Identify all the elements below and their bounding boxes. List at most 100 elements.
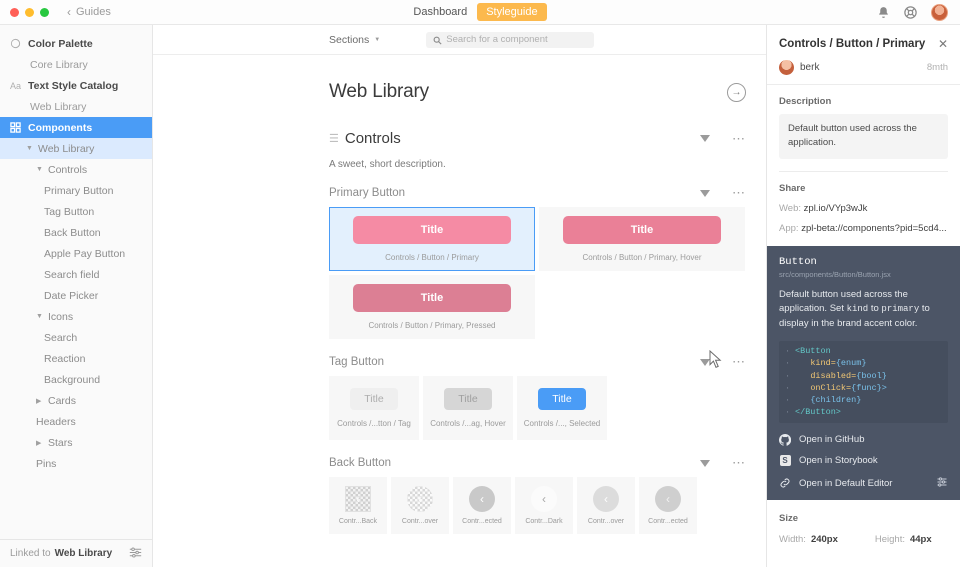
back-button-preview[interactable]: ‹ <box>345 486 371 512</box>
sidebar-list: Color Palette Core Library Aa Text Style… <box>0 25 152 539</box>
sidebar-item-apple-pay-button[interactable]: Apple Pay Button <box>0 243 152 264</box>
collapse-section-button[interactable] <box>700 135 710 142</box>
chevron-down-icon[interactable] <box>26 145 33 152</box>
tag-button-preview[interactable]: Title <box>538 388 586 410</box>
component-card[interactable]: ‹ Contr...Dark <box>515 477 573 534</box>
sidebar-item-web-library-text[interactable]: Web Library <box>0 96 152 117</box>
sliders-icon[interactable] <box>129 546 142 562</box>
component-caption: Contr...Back <box>338 518 378 525</box>
linked-prefix: Linked to <box>10 548 51 559</box>
search-input[interactable]: Search for a component <box>426 31 595 48</box>
component-card[interactable]: Title Controls /...ag, Hover <box>423 376 513 440</box>
sidebar-item-color-palette[interactable]: Color Palette <box>0 33 152 54</box>
sidebar-item-date-picker[interactable]: Date Picker <box>0 285 152 306</box>
sidebar-item-background[interactable]: Background <box>0 369 152 390</box>
chevron-down-icon[interactable] <box>36 166 43 173</box>
open-in-default-editor-button[interactable]: Open in Default Editor <box>779 476 948 491</box>
sliders-icon[interactable] <box>936 476 948 491</box>
tag-button-preview[interactable]: Title <box>350 388 398 410</box>
sidebar-item-icons[interactable]: Icons <box>0 306 152 327</box>
back-button-preview[interactable]: ‹ <box>593 486 619 512</box>
back-button-preview[interactable]: ‹ <box>655 486 681 512</box>
tag-button-preview[interactable]: Title <box>444 388 492 410</box>
code-line: · <Button <box>779 345 948 357</box>
tab-styleguide[interactable]: Styleguide <box>477 3 547 21</box>
component-card[interactable]: ‹ Contr...over <box>577 477 635 534</box>
gutter-dot: · <box>785 395 791 406</box>
component-caption: Contr...ected <box>648 518 688 525</box>
size-values: Width: 240px Height: 44px <box>779 534 948 545</box>
chevron-right-icon[interactable] <box>36 397 43 405</box>
sidebar-item-search-field[interactable]: Search field <box>0 264 152 285</box>
primary-button-preview[interactable]: Title <box>353 216 511 244</box>
inspector-header: Controls / Button / Primary ✕ <box>767 25 960 50</box>
group-more-button[interactable]: ⋯ <box>732 355 746 368</box>
sidebar-item-pins[interactable]: Pins <box>0 453 152 474</box>
component-card[interactable]: Title Controls / Button / Primary, Press… <box>329 275 535 339</box>
share-app-value[interactable]: zpl-beta://components?pid=5cd4... <box>801 223 947 234</box>
section-actions: ⋯ <box>700 132 746 145</box>
code-desc-line3b: to <box>868 303 882 315</box>
share-web-value[interactable]: zpl.io/VYp3wJk <box>804 203 868 214</box>
sidebar-item-reaction[interactable]: Reaction <box>0 348 152 369</box>
component-caption: Contr...over <box>587 518 625 525</box>
group-more-button[interactable]: ⋯ <box>732 186 746 199</box>
back-button-preview[interactable]: ‹ <box>407 486 433 512</box>
size-section: Size Width: 240px Height: 44px <box>767 500 960 545</box>
primary-button-preview[interactable]: Title <box>563 216 721 244</box>
code-snippet[interactable]: · <Button · kind= {enum} · disabled= {bool}… <box>779 340 948 423</box>
arrow-right-circle-icon[interactable]: → <box>727 82 746 102</box>
section-more-button[interactable]: ⋯ <box>732 132 746 145</box>
component-card[interactable]: ‹ Contr...ected <box>453 477 511 534</box>
component-grid-primary: Title Controls / Button / Primary Title … <box>329 207 747 339</box>
chevron-down-icon[interactable] <box>36 313 43 320</box>
sidebar-item-cards[interactable]: Cards <box>0 390 152 411</box>
sidebar-item-label: Controls <box>48 163 88 176</box>
main-toolbar: Sections ▼ Search for a component <box>153 25 766 55</box>
sidebar-item-core-library[interactable]: Core Library <box>0 54 152 75</box>
group-header-tag-button: Tag Button ⋯ <box>329 355 766 368</box>
component-card[interactable]: ‹ Contr...ected <box>639 477 697 534</box>
sections-dropdown[interactable]: Sections ▼ <box>329 34 380 46</box>
sidebar-item-label: Tag Button <box>44 205 95 218</box>
sidebar-item-components[interactable]: Components <box>0 117 152 138</box>
sidebar-item-label: Reaction <box>44 352 86 365</box>
close-icon[interactable]: ✕ <box>938 38 948 50</box>
component-card[interactable]: ‹ Contr...Back <box>329 477 387 534</box>
description-text[interactable]: Default button used across the applicati… <box>779 114 948 159</box>
component-card[interactable]: Title Controls / Button / Primary, Hover <box>539 207 745 271</box>
code-token: kind= <box>810 358 836 369</box>
tab-dashboard[interactable]: Dashboard <box>413 6 467 18</box>
sidebar-item-primary-button[interactable]: Primary Button <box>0 180 152 201</box>
open-in-github-button[interactable]: Open in GitHub <box>779 433 948 446</box>
open-in-storybook-button[interactable]: S Open in Storybook <box>779 455 948 467</box>
back-button-preview[interactable]: ‹ <box>531 486 557 512</box>
component-card[interactable]: Title Controls /...tton / Tag <box>329 376 419 440</box>
sidebar-item-web-library[interactable]: Web Library <box>0 138 152 159</box>
primary-button-preview[interactable]: Title <box>353 284 511 312</box>
component-card[interactable]: Title Controls / Button / Primary <box>329 207 535 271</box>
sidebar-item-stars[interactable]: Stars <box>0 432 152 453</box>
sidebar-item-tag-button[interactable]: Tag Button <box>0 201 152 222</box>
component-caption: Controls /..., Selected <box>523 419 601 428</box>
back-button-preview[interactable]: ‹ <box>469 486 495 512</box>
component-card[interactable]: Title Controls /..., Selected <box>517 376 607 440</box>
sidebar-item-label: Text Style Catalog <box>28 79 119 92</box>
component-card[interactable]: ‹ Contr...over <box>391 477 449 534</box>
hamburger-icon[interactable]: ☰ <box>329 132 339 145</box>
group-title: Back Button <box>329 457 392 469</box>
component-caption: Contr...over <box>401 518 439 525</box>
collapse-group-button[interactable] <box>700 189 710 197</box>
sidebar-item-text-style-catalog[interactable]: Aa Text Style Catalog <box>0 75 152 96</box>
sidebar-item-headers[interactable]: Headers <box>0 411 152 432</box>
gutter-dot: · <box>785 358 791 369</box>
group-more-button[interactable]: ⋯ <box>732 456 746 469</box>
collapse-group-button[interactable] <box>700 358 710 366</box>
chevron-right-icon[interactable] <box>36 439 43 447</box>
collapse-group-button[interactable] <box>700 459 710 467</box>
sidebar-item-search[interactable]: Search <box>0 327 152 348</box>
sidebar-item-back-button[interactable]: Back Button <box>0 222 152 243</box>
inspector-panel: Controls / Button / Primary ✕ berk 8mth … <box>766 25 960 567</box>
sidebar-item-controls[interactable]: Controls <box>0 159 152 180</box>
